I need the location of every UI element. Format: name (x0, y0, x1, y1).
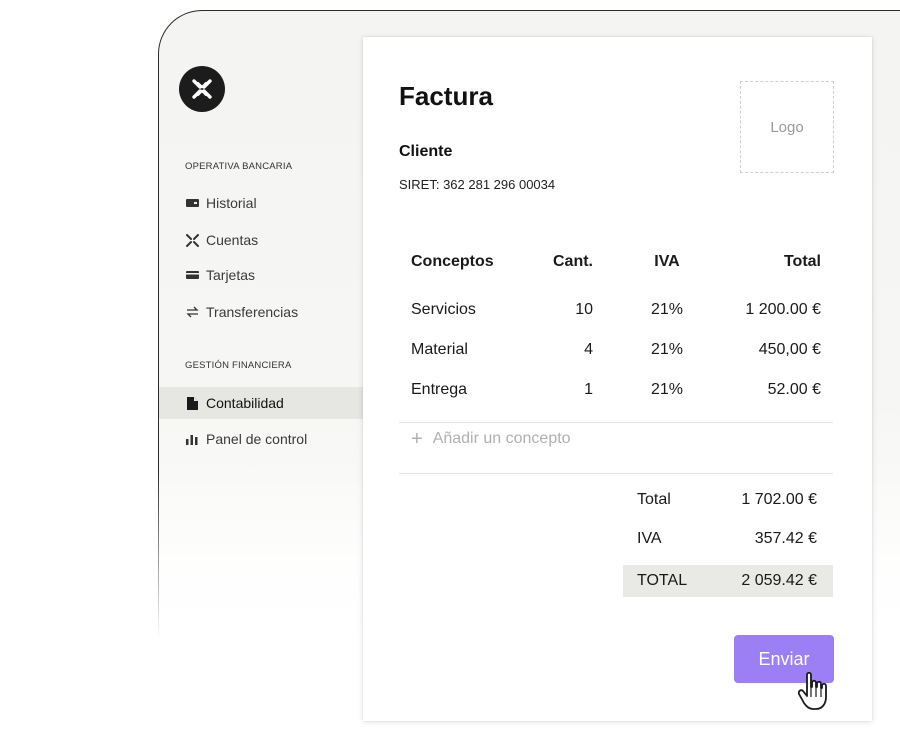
page-title: Factura (399, 81, 493, 111)
row-concept: Entrega (411, 381, 468, 398)
row-qty: 1 (584, 381, 593, 398)
divider (399, 422, 833, 423)
summary-row-grand-total: TOTAL 2 059.42 € (623, 565, 833, 597)
sidebar-item-label: Contabilidad (206, 395, 284, 411)
logo-upload-box[interactable]: Logo (740, 81, 834, 173)
column-header-total: Total (783, 253, 821, 270)
row-qty: 4 (584, 341, 593, 358)
document-icon (185, 396, 199, 410)
summary-value: 1 702.00 € (741, 491, 817, 508)
row-iva: 21% (650, 341, 684, 358)
table-row[interactable]: Material 4 21% 450,00 € (411, 330, 837, 370)
column-header-qty: Cant. (553, 253, 593, 270)
row-total: 52.00 € (767, 381, 821, 398)
summary-row-iva: IVA 357.42 € (623, 523, 833, 555)
summary-value: 2 059.42 € (741, 572, 817, 589)
row-qty: 10 (575, 301, 593, 318)
divider (399, 473, 833, 474)
column-header-iva: IVA (654, 253, 680, 270)
sidebar-item-contabilidad[interactable]: Contabilidad (159, 387, 363, 419)
x-arrows-icon (185, 233, 199, 247)
table-row[interactable]: Servicios 10 21% 1 200.00 € (411, 290, 837, 330)
section-label-gestion: GESTIÓN FINANCIERA (185, 360, 292, 371)
table-row[interactable]: Entrega 1 21% 52.00 € (411, 370, 837, 410)
siret-number: SIRET: 362 281 296 00034 (399, 177, 556, 192)
summary-row-subtotal: Total 1 702.00 € (623, 484, 833, 516)
row-iva: 21% (650, 301, 684, 318)
sidebar-item-transferencias[interactable]: Transferencias (159, 296, 363, 328)
plus-icon: + (411, 428, 423, 450)
card-icon (185, 196, 199, 210)
row-concept: Servicios (411, 301, 476, 318)
sidebar-item-panel-de-control[interactable]: Panel de control (159, 423, 363, 455)
transfer-icon (185, 305, 199, 319)
brand-logo[interactable] (179, 66, 225, 112)
client-label: Cliente (399, 143, 453, 160)
row-iva: 21% (650, 381, 684, 398)
wallet-icon (185, 268, 199, 282)
summary-label: IVA (637, 530, 662, 547)
row-concept: Material (411, 341, 468, 358)
sidebar-item-label: Panel de control (206, 431, 308, 447)
invoice-card: Factura Cliente SIRET: 362 281 296 00034… (363, 37, 872, 721)
row-total: 450,00 € (758, 341, 821, 358)
bar-chart-icon (185, 432, 199, 446)
sidebar-item-cuentas[interactable]: Cuentas (159, 224, 363, 256)
section-label-operativa: OPERATIVA BANCARIA (185, 161, 293, 172)
sidebar-item-label: Cuentas (206, 232, 259, 248)
sidebar-item-label: Tarjetas (206, 267, 256, 283)
summary-value: 357.42 € (754, 530, 817, 547)
add-concept-button[interactable]: + Añadir un concepto (411, 429, 571, 449)
brand-x-icon (192, 79, 212, 99)
summary-label: TOTAL (637, 572, 688, 589)
sidebar-item-label: Transferencias (206, 304, 299, 320)
sidebar: OPERATIVA BANCARIA Historial Cuentas Tar… (159, 11, 363, 650)
column-header-concepts: Conceptos (411, 253, 494, 270)
sidebar-item-label: Historial (206, 195, 257, 211)
add-concept-label: Añadir un concepto (432, 430, 571, 447)
table-header: Conceptos Cant. IVA Total (411, 242, 837, 282)
sidebar-item-historial[interactable]: Historial (159, 187, 363, 219)
row-total: 1 200.00 € (745, 301, 821, 318)
summary-label: Total (637, 491, 671, 508)
hand-cursor-icon (797, 671, 827, 710)
logo-placeholder: Logo (770, 118, 804, 136)
sidebar-item-tarjetas[interactable]: Tarjetas (159, 259, 363, 291)
